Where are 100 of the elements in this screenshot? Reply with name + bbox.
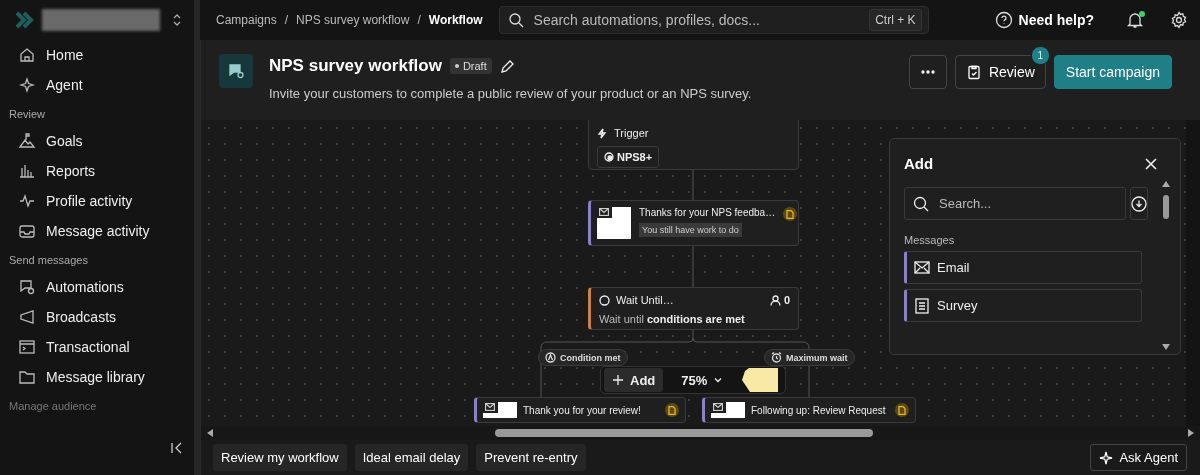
trigger-chip: NPS8+ [597,146,660,168]
suggestion-chip[interactable]: Ideal email delay [354,444,469,471]
nav-item[interactable]: Automations [0,272,194,302]
sparkle-icon [1099,450,1114,465]
nav-item[interactable]: Reports [0,156,194,186]
count-badge: 1 [1030,46,1050,65]
collapse-sidebar-icon [170,441,184,455]
message-type-item[interactable]: Survey [904,289,1142,322]
branch-label: Maximum wait [764,349,855,366]
more-options-button[interactable] [908,55,947,89]
nav-item[interactable]: Agent [0,70,194,100]
branch-label: Condition met [538,349,628,366]
node-title: Trigger [614,127,649,139]
download-circle-icon [1131,195,1147,212]
download-button[interactable] [1130,187,1148,220]
scroll-down-icon [1162,344,1170,350]
breadcrumb-link[interactable]: Campaigns [216,13,277,27]
node-description: Wait until conditions are met [599,313,746,325]
status-badge: Draft [449,58,492,74]
workflow-node[interactable]: Thanks for your NPS feedba… You still have work to do [588,200,799,246]
node-title: Following up: Review Request [751,404,886,416]
envelope-icon [599,208,609,216]
pulse-icon [18,192,36,210]
bar-chart-icon [18,162,36,180]
warning-note: You still have work to do [639,223,742,237]
search-icon [913,195,929,212]
nav-item[interactable]: Broadcasts [0,302,194,332]
search-input[interactable]: Search automations, profiles, docs... [531,11,862,29]
edit-pencil-icon[interactable] [499,58,515,74]
suggestion-chip[interactable]: Review my workflow [213,444,347,471]
envelope-icon [713,403,723,411]
chevron-up-down-icon [172,13,182,27]
sticky-note-icon[interactable] [741,367,780,393]
node-title: Wait Until… [616,294,674,306]
keyboard-shortcut: Ctrl + K [869,9,922,31]
nav-item[interactable]: Transactional [0,332,194,362]
sparkle-icon [18,76,36,94]
node-title: Thanks for your NPS feedba… [639,207,776,218]
clipboard-check-icon [965,64,982,80]
panel-title: Add [904,155,934,172]
nav-item[interactable]: Message activity [0,216,194,246]
start-campaign-button[interactable]: Start campaign [1053,55,1172,89]
chat-gear-icon [227,62,245,80]
section-heading: Messages [904,234,956,246]
chevron-down-icon [713,375,724,385]
condition-icon [545,352,556,363]
folder-icon [18,368,36,386]
nav-item[interactable]: Home [0,40,194,70]
vertical-scrollbar[interactable] [1160,181,1172,350]
profile-count: 0 [783,294,790,306]
workflow-node[interactable]: Trigger NPS8+ [588,120,799,170]
search-input[interactable]: Search... [937,195,1117,212]
node-title: Thank you for your review! [523,404,641,416]
megaphone-icon [18,308,36,326]
nav-item[interactable]: Profile activity [0,186,194,216]
envelope-icon [485,403,495,411]
tray-icon [18,222,36,240]
person-icon [769,294,781,306]
breadcrumb-link[interactable]: Workflow [428,13,483,27]
breadcrumb-separator: / [417,13,421,27]
section-heading: Manage audience [8,399,98,414]
close-button[interactable] [1144,156,1158,171]
search-icon [507,12,524,28]
list-document-icon [914,297,930,314]
logo-icon [14,10,34,30]
workflow-node[interactable]: Thank you for your review! [474,397,686,423]
nav-item[interactable]: Message library [0,362,194,392]
flag-mountain-icon [18,132,36,150]
settings-icon[interactable] [1170,11,1188,29]
add-step-button[interactable]: Add [604,368,664,392]
section-heading: Send messages [8,253,89,268]
plus-icon [612,374,624,386]
breadcrumb-link[interactable]: NPS survey workflow [296,13,410,27]
automation-icon [18,278,36,296]
scroll-right-icon [1188,429,1194,437]
search-field[interactable]: Search... [904,187,1126,220]
lightning-icon [597,127,608,139]
section-heading: Review [8,107,47,122]
nav-item[interactable]: Goals [0,126,194,156]
suggestion-chip[interactable]: Prevent re-entry [476,444,586,471]
ask-agent-button[interactable]: Ask Agent [1090,444,1187,471]
help-icon [994,11,1013,29]
search-field[interactable]: Search automations, profiles, docs... Ctrl + K [498,6,929,34]
terminal-icon [18,338,36,356]
home-icon [18,46,36,64]
alarm-clock-icon [771,352,782,363]
workflow-node[interactable]: Wait Until… 0 Wait until conditions are met [588,287,799,330]
envelope-icon [914,259,930,276]
workflow-node[interactable]: Following up: Review Request [702,397,916,423]
scroll-up-icon [1162,181,1170,187]
scrollbar-thumb[interactable] [1163,195,1169,219]
message-type-item[interactable]: Email [904,251,1142,284]
workflow-description: Invite your customers to complete a public review of your product or an NPS survey. [269,86,752,101]
bell-icon [1126,11,1144,29]
close-icon [1144,156,1158,171]
scroll-left-icon [207,429,213,437]
notification-bell[interactable] [1126,11,1144,29]
scrollbar-thumb[interactable] [495,429,873,437]
workflow-title: NPS survey workflow [269,56,442,76]
help-button[interactable]: Need help? [988,10,1100,30]
